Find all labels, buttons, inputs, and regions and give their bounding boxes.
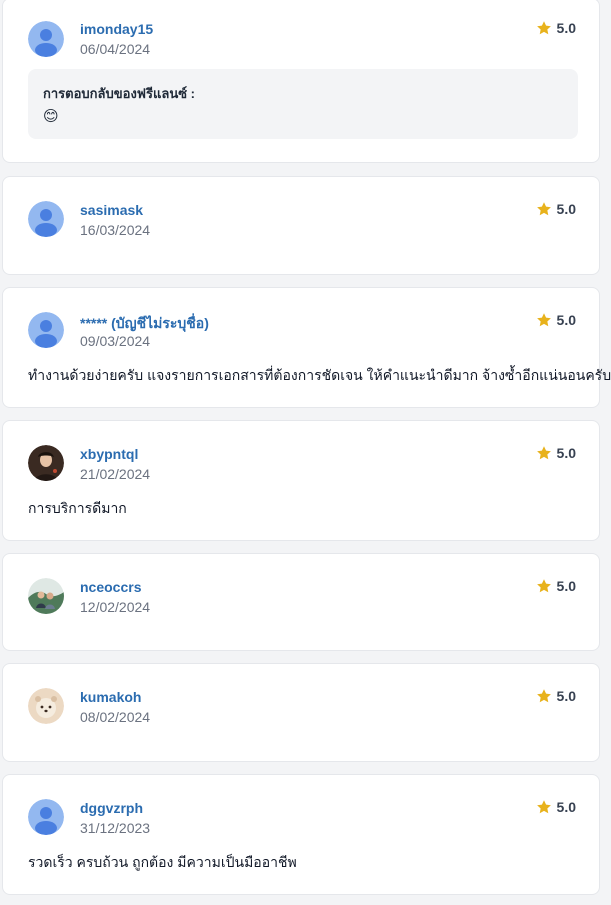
review-comment: รวดเร็ว ครบถ้วน ถูกต้อง มีความเป็นมืออาช… [28, 854, 297, 870]
rating-value: 5.0 [556, 201, 576, 217]
reviewer-username[interactable]: ***** (บัญชีไม่ระบุชื่อ) [80, 313, 209, 335]
review-card: nceoccrs 12/02/2024 5.0 [2, 553, 600, 651]
bear-avatar-icon[interactable] [28, 688, 64, 724]
reviewer-username[interactable]: xbypntql [80, 446, 138, 462]
review-card: kumakoh 08/02/2024 5.0 [2, 663, 600, 762]
reviewer-username[interactable]: nceoccrs [80, 579, 141, 595]
default-avatar-icon[interactable] [28, 201, 64, 237]
default-avatar-icon[interactable] [28, 312, 64, 348]
star-icon [536, 21, 551, 35]
reviewer-username[interactable]: imonday15 [80, 21, 153, 37]
review-rating: 5.0 [536, 688, 576, 704]
user-photo-avatar[interactable] [28, 445, 64, 481]
star-icon [536, 446, 551, 460]
reviewer-username[interactable]: kumakoh [80, 689, 141, 705]
rating-value: 5.0 [556, 799, 576, 815]
review-rating: 5.0 [536, 201, 576, 217]
reply-text: 😊 [43, 108, 59, 125]
review-card: sasimask 16/03/2024 5.0 [2, 176, 600, 275]
review-date: 31/12/2023 [80, 820, 151, 836]
review-date: 21/02/2024 [80, 466, 151, 482]
review-date: 09/03/2024 [80, 333, 151, 349]
reply-title: การตอบกลับของฟรีแลนซ์ : [43, 86, 195, 101]
star-icon [536, 313, 551, 327]
review-rating: 5.0 [536, 578, 576, 594]
review-comment: ทำงานด้วยง่ายครับ แจงรายการเอกสารที่ต้อง… [28, 367, 611, 383]
review-rating: 5.0 [536, 20, 576, 36]
review-card: imonday15 06/04/2024 5.0 การตอบกลับของฟร… [2, 0, 600, 163]
star-icon [536, 579, 551, 593]
reviewer-username[interactable]: sasimask [80, 202, 143, 218]
review-rating: 5.0 [536, 445, 576, 461]
reviewer-username[interactable]: dggvzrph [80, 800, 143, 816]
review-date: 08/02/2024 [80, 709, 151, 725]
review-rating: 5.0 [536, 799, 576, 815]
star-icon [536, 202, 551, 216]
rating-value: 5.0 [556, 688, 576, 704]
default-avatar-icon[interactable] [28, 21, 64, 57]
review-card: dggvzrph 31/12/2023 5.0 รวดเร็ว ครบถ้วน … [2, 774, 600, 895]
review-rating: 5.0 [536, 312, 576, 328]
rating-value: 5.0 [556, 445, 576, 461]
review-card: ***** (บัญชีไม่ระบุชื่อ) 09/03/2024 5.0 … [2, 287, 611, 408]
star-icon [536, 689, 551, 703]
review-date: 06/04/2024 [80, 41, 151, 57]
rating-value: 5.0 [556, 20, 576, 36]
review-card: xbypntql 21/02/2024 5.0 การบริการดีมาก [2, 420, 600, 541]
review-comment: การบริการดีมาก [28, 500, 127, 516]
review-date: 12/02/2024 [80, 599, 151, 615]
rating-value: 5.0 [556, 578, 576, 594]
user-photo-avatar[interactable] [28, 578, 64, 614]
star-icon [536, 800, 551, 814]
review-date: 16/03/2024 [80, 222, 151, 238]
rating-value: 5.0 [556, 312, 576, 328]
freelancer-reply: การตอบกลับของฟรีแลนซ์ : 😊 [28, 69, 578, 139]
default-avatar-icon[interactable] [28, 799, 64, 835]
